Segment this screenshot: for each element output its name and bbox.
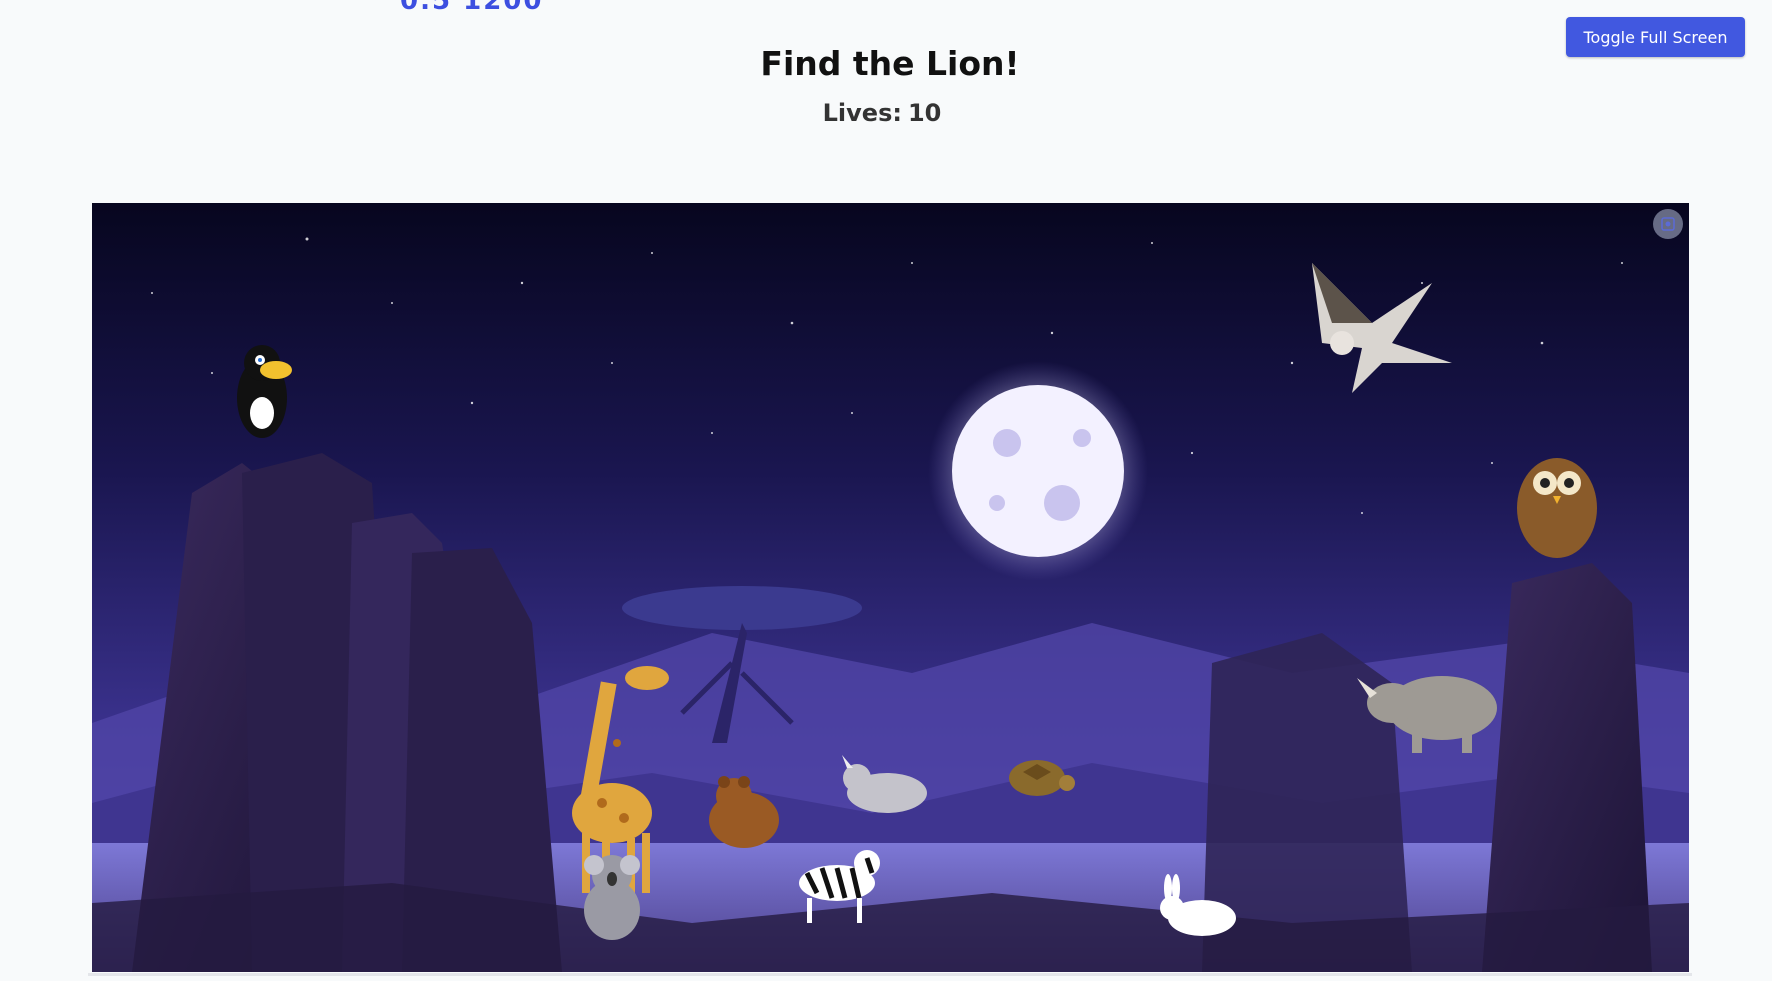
game-page: 0.5 1200 Toggle Full Screen Find the Lio…: [0, 0, 1772, 981]
lives-value: 10: [907, 99, 942, 127]
lives-counter: Lives: 10: [0, 99, 1764, 127]
scene-border: [88, 973, 1692, 976]
crosshair-icon: [1661, 217, 1675, 231]
scene-target-button[interactable]: [1653, 209, 1683, 239]
koala-icon[interactable]: [584, 855, 640, 940]
lives-label: Lives:: [822, 99, 902, 127]
cropped-header-text: 0.5 1200: [400, 0, 544, 16]
page-title: Find the Lion!: [760, 44, 1020, 83]
owl-icon[interactable]: [1517, 458, 1597, 558]
game-scene[interactable]: [92, 203, 1689, 972]
moon: [928, 361, 1148, 581]
scene-background: [92, 203, 1689, 972]
